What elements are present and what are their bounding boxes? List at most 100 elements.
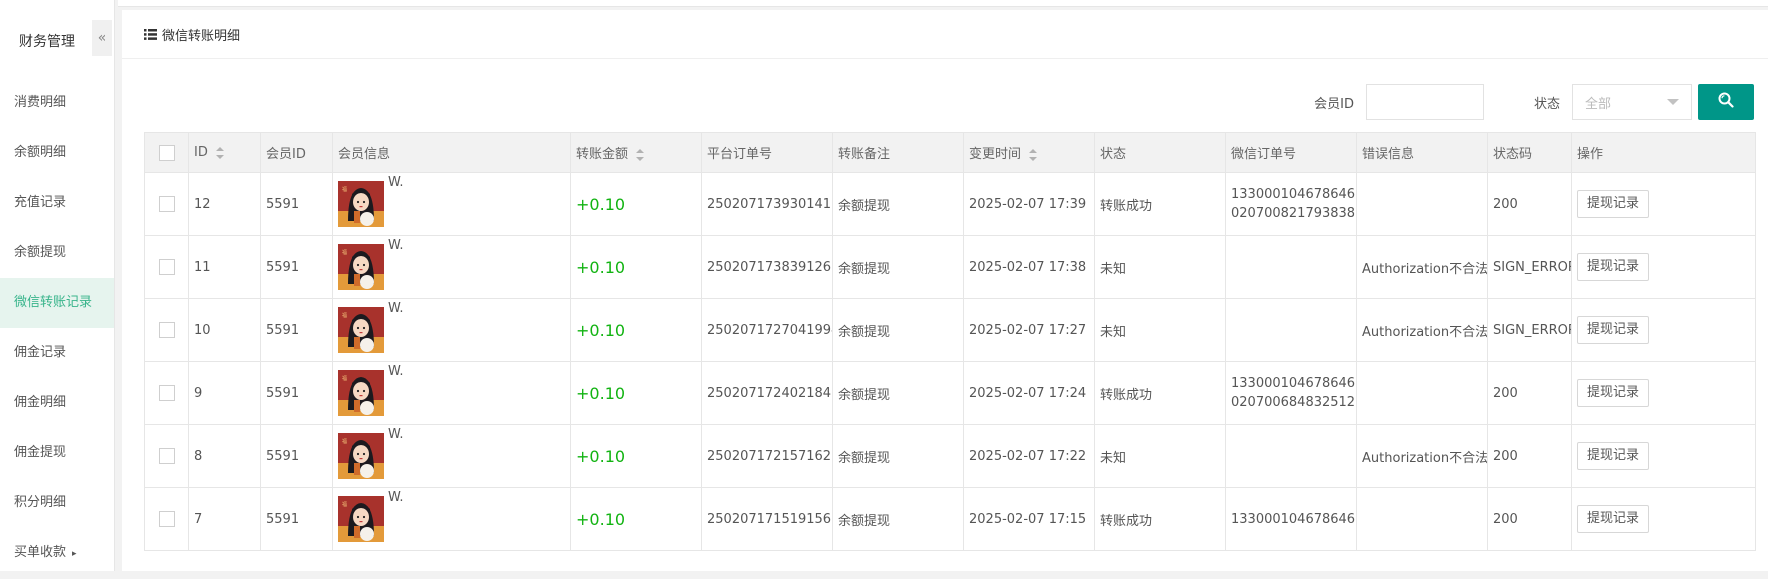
action-cell: 提现记录	[1571, 361, 1756, 425]
member-name: W.	[388, 301, 404, 316]
amount-text: +0.10	[576, 194, 626, 214]
table-row: 10 5591 福 W. +0.10 25020717270419947 余额提现 2025-…	[144, 298, 1756, 362]
sidebar-item[interactable]: 充值记录	[0, 178, 114, 228]
id-cell: 12	[188, 172, 261, 236]
amount-cell: +0.10	[570, 235, 703, 299]
row-checkbox[interactable]	[158, 322, 175, 338]
table-row: 12 5591 福 W. +0.10 25020717393014123 余额提现 2025-…	[144, 172, 1756, 236]
platform-order-cell-text: 25020717215716235	[707, 448, 832, 464]
row-select-cell	[144, 361, 189, 425]
id-cell: 9	[188, 361, 261, 425]
row-select-cell	[144, 235, 189, 299]
member-id-cell-text: 5591	[266, 448, 300, 464]
error-cell: Authorization不合法	[1356, 298, 1489, 362]
member-id-cell: 5591	[260, 424, 333, 488]
code-cell-text: 200	[1493, 511, 1518, 527]
chevron-down-icon	[1667, 99, 1679, 105]
remark-cell: 余额提现	[832, 172, 965, 236]
remark-cell-text: 余额提现	[838, 513, 891, 529]
sidebar-item[interactable]: 佣金记录	[0, 328, 114, 378]
withdraw-record-button[interactable]: 提现记录	[1577, 190, 1650, 218]
status-cell-text: 未知	[1100, 450, 1127, 466]
sidebar-item-label: 消费明细	[14, 95, 67, 110]
platform-order-cell: 25020717383912677	[701, 235, 834, 299]
member-id-cell-text: 5591	[266, 511, 300, 527]
member-info-cell: 福 W.	[331, 361, 572, 425]
amount-cell: +0.10	[570, 361, 703, 425]
top-bar	[118, 0, 1768, 7]
code-cell-text: 200	[1493, 448, 1518, 464]
member-name: W.	[388, 427, 404, 442]
table-row: 9 5591 福 W. +0.10 25020717240218486 余额提现 2025-0…	[144, 361, 1756, 425]
sort-icon[interactable]	[1029, 148, 1038, 161]
amount-text: +0.10	[576, 509, 626, 529]
platform-order-cell-text: 25020717393014123	[707, 196, 832, 212]
column-header[interactable]: 变更时间	[963, 132, 1096, 173]
list-icon	[144, 28, 157, 40]
collapse-sidebar-button[interactable]: «	[92, 20, 112, 56]
time-cell-text: 2025-02-07 17:22	[969, 448, 1087, 464]
column-header-label: 转账备注	[838, 147, 891, 162]
member-id-cell-text: 5591	[266, 259, 300, 275]
time-cell-text: 2025-02-07 17:38	[969, 259, 1087, 275]
withdraw-record-button[interactable]: 提现记录	[1577, 505, 1650, 533]
double-chevron-left-icon: «	[97, 30, 107, 46]
time-cell: 2025-02-07 17:38	[963, 235, 1096, 299]
table-row: 8 5591 福 W. +0.10 25020717215716235 余额提现 2025-0…	[144, 424, 1756, 488]
avatar: 福	[338, 370, 384, 416]
select-all-checkbox[interactable]	[158, 144, 175, 161]
sidebar-item[interactable]: 积分明细	[0, 478, 114, 528]
column-header: 状态码	[1487, 132, 1573, 173]
member-id-input[interactable]	[1365, 84, 1484, 120]
status-cell: 转账成功	[1094, 361, 1227, 425]
status-cell: 转账成功	[1094, 487, 1227, 551]
sidebar-item[interactable]: 余额提现	[0, 228, 114, 278]
row-checkbox[interactable]	[158, 196, 175, 212]
error-cell-text: Authorization不合法	[1362, 450, 1488, 466]
amount-text: +0.10	[576, 383, 626, 403]
withdraw-record-button[interactable]: 提现记录	[1577, 442, 1650, 470]
member-info-cell: 福 W.	[331, 424, 572, 488]
error-cell	[1356, 361, 1489, 425]
time-cell: 2025-02-07 17:27	[963, 298, 1096, 362]
main-panel: 微信转账明细 会员ID 状态 全部 ID 会员ID 会员信息 转账金额 平台订单…	[122, 10, 1768, 571]
sort-icon[interactable]	[215, 146, 224, 159]
id-cell-text: 9	[194, 385, 203, 401]
platform-order-cell: 25020717270419947	[701, 298, 834, 362]
withdraw-record-button[interactable]: 提现记录	[1577, 379, 1650, 407]
withdraw-record-button[interactable]: 提现记录	[1577, 253, 1650, 281]
remark-cell-text: 余额提现	[838, 387, 891, 403]
error-cell	[1356, 487, 1489, 551]
column-header[interactable]: ID	[188, 132, 261, 173]
row-checkbox[interactable]	[158, 385, 175, 401]
sort-icon[interactable]	[636, 148, 645, 161]
status-cell: 未知	[1094, 424, 1227, 488]
id-cell: 10	[188, 298, 261, 362]
sidebar-item[interactable]: 佣金明细	[0, 378, 114, 428]
id-cell: 11	[188, 235, 261, 299]
svg-text:福: 福	[342, 312, 347, 319]
sidebar-item[interactable]: 佣金提现	[0, 428, 114, 478]
row-checkbox[interactable]	[158, 448, 175, 464]
sidebar-item[interactable]: 余额明细	[0, 128, 114, 178]
wx-order-cell	[1225, 424, 1358, 488]
error-cell-text: Authorization不合法	[1362, 324, 1488, 340]
row-checkbox[interactable]	[158, 511, 175, 527]
time-cell: 2025-02-07 17:39	[963, 172, 1096, 236]
search-button[interactable]	[1698, 84, 1754, 120]
sidebar-item[interactable]: 消费明细	[0, 78, 114, 128]
sidebar-item[interactable]: 微信转账记录	[0, 278, 114, 328]
column-header[interactable]: 转账金额	[570, 132, 703, 173]
wx-order-line-1: 13300010467864625	[1231, 511, 1356, 527]
withdraw-record-button[interactable]: 提现记录	[1577, 316, 1650, 344]
status-select[interactable]: 全部	[1572, 84, 1692, 120]
time-cell: 2025-02-07 17:15	[963, 487, 1096, 551]
wx-order-line-2: 02070082179383877	[1231, 206, 1356, 221]
code-cell-text: SIGN_ERROR	[1493, 322, 1572, 338]
status-cell-text: 转账成功	[1100, 513, 1153, 529]
amount-text: +0.10	[576, 257, 626, 277]
row-checkbox[interactable]	[158, 259, 175, 275]
caret-right-icon: ▸	[72, 549, 77, 559]
svg-text:福: 福	[342, 249, 347, 256]
sidebar-item-label: 佣金提现	[14, 445, 67, 460]
